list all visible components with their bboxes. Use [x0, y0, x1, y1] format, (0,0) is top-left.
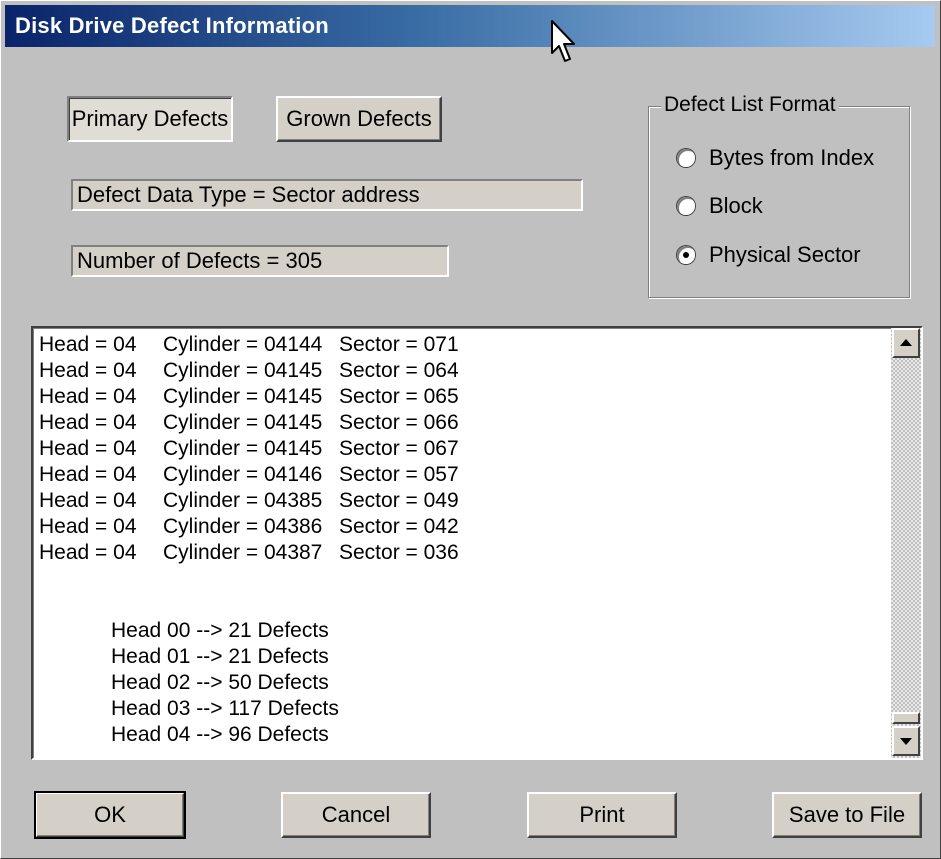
radio-block[interactable]: Block	[677, 193, 763, 219]
ok-label: OK	[94, 802, 126, 827]
save-to-file-label: Save to File	[788, 802, 906, 827]
defect-sector: Sector = 057	[339, 463, 459, 486]
defect-row[interactable]: Head = 04 Cylinder = 04386 Sector = 042	[39, 514, 459, 540]
primary-defects-button[interactable]: Primary Defects	[67, 96, 233, 142]
defect-head: Head = 04	[39, 489, 137, 512]
save-to-file-button[interactable]: Save to File	[772, 792, 922, 838]
print-button[interactable]: Print	[527, 792, 677, 838]
summary-row: Head 02 --> 50 Defects	[111, 671, 329, 694]
defect-cylinder: Cylinder = 04145	[163, 411, 323, 434]
ok-button[interactable]: OK	[34, 791, 186, 839]
defect-cylinder: Cylinder = 04387	[163, 541, 323, 564]
defect-cylinder: Cylinder = 04385	[163, 489, 323, 512]
defect-row[interactable]: Head = 04 Cylinder = 04145 Sector = 067	[39, 436, 459, 462]
defect-sector: Sector = 071	[339, 333, 459, 356]
defect-list-format-group: Defect List Format Bytes from Index Bloc…	[648, 93, 910, 298]
defect-cylinder: Cylinder = 04145	[163, 359, 323, 382]
defect-sector: Sector = 066	[339, 411, 459, 434]
grown-defects-label: Grown Defects	[286, 106, 432, 131]
defect-list-format-legend: Defect List Format	[661, 93, 839, 117]
print-label: Print	[579, 802, 625, 827]
defect-row[interactable]: Head = 04 Cylinder = 04144 Sector = 071	[39, 332, 459, 358]
defect-head: Head = 04	[39, 463, 137, 486]
defect-row[interactable]: Head = 04 Cylinder = 04145 Sector = 065	[39, 384, 459, 410]
cancel-label: Cancel	[321, 802, 391, 827]
radio-bytes-from-index-label: Bytes from Index	[709, 145, 875, 170]
defect-summary: Head 00 --> 21 Defects Head 01 --> 21 Def…	[111, 618, 459, 748]
grown-defects-button[interactable]: Grown Defects	[276, 96, 442, 142]
window-title: Disk Drive Defect Information	[15, 13, 329, 38]
defect-data-type-field: Defect Data Type = Sector address	[71, 179, 583, 211]
arrow-up-icon	[900, 339, 912, 346]
defect-list[interactable]: Head = 04 Cylinder = 04144 Sector = 071 Hea…	[31, 326, 923, 760]
defect-cylinder: Cylinder = 04144	[163, 333, 323, 356]
defect-sector: Sector = 049	[339, 489, 459, 512]
radio-bytes-from-index-circle[interactable]	[677, 149, 695, 167]
summary-row: Head 00 --> 21 Defects	[111, 619, 329, 642]
defect-sector: Sector = 036	[339, 541, 459, 564]
radio-physical-sector-circle[interactable]	[677, 246, 695, 264]
radio-physical-sector-label: Physical Sector	[709, 242, 861, 267]
defect-sector: Sector = 042	[339, 515, 459, 538]
summary-row: Head 04 --> 96 Defects	[111, 723, 329, 746]
defect-head: Head = 04	[39, 437, 137, 460]
summary-row: Head 01 --> 21 Defects	[111, 645, 329, 668]
radio-bytes-from-index[interactable]: Bytes from Index	[677, 145, 874, 171]
defect-sector: Sector = 064	[339, 359, 459, 382]
defect-count-field: Number of Defects = 305	[71, 245, 449, 277]
defect-data-type-text: Defect Data Type = Sector address	[77, 182, 420, 207]
defect-head: Head = 04	[39, 333, 137, 356]
defect-list-content: Head = 04 Cylinder = 04144 Sector = 071 Hea…	[39, 332, 459, 748]
defect-cylinder: Cylinder = 04145	[163, 385, 323, 408]
defect-sector: Sector = 067	[339, 437, 459, 460]
defect-cylinder: Cylinder = 04386	[163, 515, 323, 538]
defect-dialog: Disk Drive Defect Information Primary De…	[0, 0, 941, 859]
defect-head: Head = 04	[39, 411, 137, 434]
defect-row[interactable]: Head = 04 Cylinder = 04146 Sector = 057	[39, 462, 459, 488]
defect-head: Head = 04	[39, 541, 137, 564]
defect-row[interactable]: Head = 04 Cylinder = 04145 Sector = 066	[39, 410, 459, 436]
defect-cylinder: Cylinder = 04146	[163, 463, 323, 486]
defect-row[interactable]: Head = 04 Cylinder = 04385 Sector = 049	[39, 488, 459, 514]
mouse-pointer-icon	[551, 20, 575, 62]
defect-cylinder: Cylinder = 04145	[163, 437, 323, 460]
defect-head: Head = 04	[39, 385, 137, 408]
arrow-down-icon	[900, 738, 912, 745]
defect-head: Head = 04	[39, 515, 137, 538]
radio-block-circle[interactable]	[677, 197, 695, 215]
scroll-thumb[interactable]	[892, 712, 920, 724]
vertical-scrollbar[interactable]	[891, 328, 921, 758]
radio-physical-sector[interactable]: Physical Sector	[677, 242, 861, 268]
defect-head: Head = 04	[39, 359, 137, 382]
defect-count-text: Number of Defects = 305	[77, 248, 323, 273]
title-bar[interactable]: Disk Drive Defect Information	[5, 5, 935, 47]
radio-block-label: Block	[709, 193, 763, 218]
summary-row: Head 03 --> 117 Defects	[111, 697, 339, 720]
scroll-down-button[interactable]	[892, 726, 920, 756]
defect-row[interactable]: Head = 04 Cylinder = 04387 Sector = 036	[39, 540, 459, 566]
primary-defects-label: Primary Defects	[71, 106, 229, 131]
cancel-button[interactable]: Cancel	[281, 792, 431, 838]
defect-row[interactable]: Head = 04 Cylinder = 04145 Sector = 064	[39, 358, 459, 384]
scroll-up-button[interactable]	[892, 328, 920, 358]
defect-sector: Sector = 065	[339, 385, 459, 408]
